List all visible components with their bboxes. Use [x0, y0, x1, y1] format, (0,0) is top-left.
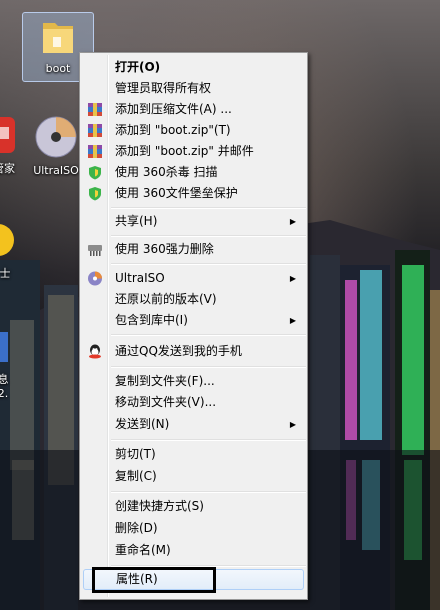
desktop-icon-label: 士 — [0, 267, 11, 280]
menu-item-label: 使用 360杀毒 扫描 — [115, 165, 218, 179]
menu-item-label: 还原以前的版本(V) — [115, 292, 217, 306]
menu-separator — [111, 439, 306, 441]
menu-item-include-library[interactable]: 包含到库中(I) ▶ — [83, 310, 304, 331]
winrar-icon — [87, 144, 103, 159]
menu-item-ultraiso[interactable]: UltraISO ▶ — [83, 268, 304, 289]
menu-separator — [111, 263, 306, 265]
qq-icon — [87, 344, 103, 359]
menu-item-label: 管理员取得所有权 — [115, 81, 212, 95]
app-icon — [0, 117, 19, 158]
menu-item-label: 发送到(N) — [115, 417, 170, 431]
desktop-icon-label: 2. — [0, 387, 9, 400]
menu-item-rename[interactable]: 重命名(M) — [83, 540, 304, 561]
desktop-icon-ultraiso[interactable]: UltraISO — [30, 115, 82, 177]
menu-item-move-to-folder[interactable]: 移动到文件夹(V)... — [83, 392, 304, 413]
app-icon — [0, 332, 12, 369]
menu-item-label: 添加到压缩文件(A) ... — [115, 102, 232, 116]
menu-item-label: 包含到库中(I) — [115, 313, 188, 327]
submenu-arrow-icon: ▶ — [289, 420, 296, 429]
menu-item-share[interactable]: 共享(H) ▶ — [83, 211, 304, 232]
context-menu: 打开(O) 管理员取得所有权 添加到压缩文件(A) ... 添加到 "boot.… — [79, 52, 308, 600]
menu-separator — [111, 334, 306, 336]
menu-item-360-protect[interactable]: 使用 360文件堡垒保护 — [83, 183, 304, 204]
menu-item-copy[interactable]: 复制(C) — [83, 466, 304, 487]
winrar-icon — [87, 102, 103, 117]
360-shield-icon — [87, 186, 103, 201]
menu-item-label: 通过QQ发送到我的手机 — [115, 344, 242, 358]
shredder-icon — [87, 242, 103, 257]
menu-item-label: 复制到文件夹(F)... — [115, 374, 215, 388]
menu-separator — [111, 565, 306, 567]
menu-item-qq-send[interactable]: 通过QQ发送到我的手机 — [83, 341, 304, 362]
menu-item-label: 删除(D) — [115, 521, 158, 535]
submenu-arrow-icon: ▶ — [289, 217, 296, 226]
desktop-icon-label: UltraISO — [33, 164, 79, 177]
menu-item-360-scan[interactable]: 使用 360杀毒 扫描 — [83, 162, 304, 183]
menu-item-send-to[interactable]: 发送到(N) ▶ — [83, 414, 304, 435]
menu-item-delete[interactable]: 删除(D) — [83, 518, 304, 539]
desktop-icon-partial-2[interactable]: 士 — [0, 220, 18, 281]
menu-item-restore-versions[interactable]: 还原以前的版本(V) — [83, 289, 304, 310]
menu-separator — [111, 235, 306, 237]
submenu-arrow-icon: ▶ — [289, 316, 296, 325]
desktop-icon-partial-3[interactable]: 息 2. — [0, 330, 16, 400]
menu-item-open[interactable]: 打开(O) — [83, 57, 304, 78]
disc-icon — [87, 271, 103, 286]
menu-separator — [111, 366, 306, 368]
folder-icon — [39, 17, 77, 57]
menu-item-add-boot-zip-email[interactable]: 添加到 "boot.zip" 并邮件 — [83, 141, 304, 162]
menu-item-label: 复制(C) — [115, 469, 157, 483]
disc-icon — [34, 116, 78, 162]
menu-item-360-shred[interactable]: 使用 360强力删除 — [83, 239, 304, 260]
menu-item-label: 使用 360文件堡垒保护 — [115, 186, 238, 200]
menu-item-take-ownership[interactable]: 管理员取得所有权 — [83, 78, 304, 99]
menu-item-label: 添加到 "boot.zip" 并邮件 — [115, 144, 254, 158]
menu-item-label: 重命名(M) — [115, 543, 171, 557]
menu-item-cut[interactable]: 剪切(T) — [83, 444, 304, 465]
menu-item-add-archive[interactable]: 添加到压缩文件(A) ... — [83, 99, 304, 120]
app-icon — [0, 224, 14, 263]
menu-item-label: 添加到 "boot.zip"(T) — [115, 123, 231, 137]
menu-item-label: 使用 360强力删除 — [115, 242, 214, 256]
360-shield-icon — [87, 165, 103, 180]
desktop-icon-label: 管家 — [0, 162, 15, 175]
menu-item-label: 打开(O) — [115, 60, 161, 74]
menu-item-label: UltraISO — [115, 271, 165, 285]
desktop-icon-label: 息 — [0, 373, 9, 386]
menu-item-label: 剪切(T) — [115, 447, 156, 461]
menu-item-label: 创建快捷方式(S) — [115, 499, 204, 513]
menu-item-add-boot-zip[interactable]: 添加到 "boot.zip"(T) — [83, 120, 304, 141]
menu-item-properties[interactable]: 属性(R) — [83, 569, 304, 590]
menu-item-create-shortcut[interactable]: 创建快捷方式(S) — [83, 496, 304, 517]
menu-item-label: 共享(H) — [115, 214, 158, 228]
menu-item-label: 属性(R) — [116, 572, 158, 586]
menu-separator — [111, 207, 306, 209]
menu-item-label: 移动到文件夹(V)... — [115, 395, 217, 409]
winrar-icon — [87, 123, 103, 138]
desktop-icon-partial-1[interactable]: 管家 — [0, 115, 22, 176]
menu-item-copy-to-folder[interactable]: 复制到文件夹(F)... — [83, 371, 304, 392]
menu-separator — [111, 491, 306, 493]
submenu-arrow-icon: ▶ — [289, 274, 296, 283]
